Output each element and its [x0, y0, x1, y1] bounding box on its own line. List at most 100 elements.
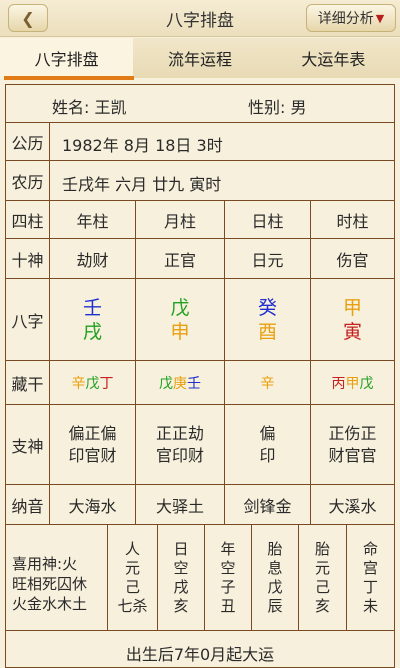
month-pillar-header: 月柱: [136, 201, 225, 238]
vert-char: 人: [124, 539, 140, 558]
vert-char: 亥: [314, 596, 330, 615]
hour-branch: 寅: [342, 320, 362, 343]
canggan-day: 辛: [225, 361, 311, 404]
shishen-year: 劫财: [50, 239, 136, 278]
nayin-year: 大海水: [50, 485, 136, 524]
zhishen-line: 正正劫: [155, 423, 204, 443]
gongli-label: 公历: [6, 123, 50, 160]
bazi-month-cell: 戊 申: [136, 279, 225, 360]
canggan-char: 戊: [85, 375, 100, 392]
vert-char: 宫: [362, 558, 378, 577]
bazi-row: 八字 壬 戌 戊 申 癸 酉 甲 寅: [6, 279, 394, 361]
bazi-hour-cell: 甲 寅: [311, 279, 394, 360]
tab-liunian-yuncheng[interactable]: 流年运程: [133, 38, 266, 78]
name-label: 姓名:: [52, 98, 90, 117]
name-value: 王凯: [94, 98, 127, 117]
gender-label: 性别:: [248, 98, 286, 117]
vert-char: 己: [314, 577, 330, 596]
shishen-label: 十神: [6, 239, 50, 278]
vert-char: 空: [173, 558, 189, 577]
month-stem: 戊: [170, 296, 190, 319]
canggan-char: 戊: [159, 375, 173, 392]
zhishen-line: 印: [259, 445, 276, 465]
zhishen-line: 财官官: [328, 445, 377, 465]
shishen-day: 日元: [225, 239, 311, 278]
canggan-char: 丙: [331, 375, 346, 392]
hour-stem: 甲: [342, 296, 362, 319]
xiyong-wangxiang-cell: 喜用神:火 旺相死囚休 火金水木土: [6, 525, 108, 630]
xiyong-shen: 喜用神:火: [12, 554, 77, 574]
bazi-day-cell: 癸 酉: [225, 279, 311, 360]
shishen-month: 正官: [136, 239, 225, 278]
gender-field: 性别: 男: [248, 94, 307, 118]
detail-analysis-label: 详细分析: [317, 11, 374, 27]
dayun-start-text: 出生后7年0月起大运: [125, 645, 275, 664]
bazi-label: 八字: [6, 279, 50, 360]
nayin-row: 纳音 大海水 大驿土 剑锋金 大溪水: [6, 485, 394, 525]
vert-char: 己: [124, 577, 140, 596]
zhishen-row: 支神 偏正偏 印官财 正正劫 官印财 偏 印 正伤正 财官官: [6, 405, 394, 485]
pillars-row: 四柱 年柱 月柱 日柱 时柱: [6, 201, 394, 239]
tab-bazi-paipan[interactable]: 八字排盘: [0, 38, 134, 78]
vert-char: 空: [220, 558, 236, 577]
vert-char: 息: [267, 558, 283, 577]
zhishen-month: 正正劫 官印财: [136, 405, 225, 484]
vert-char: 命: [362, 539, 378, 558]
xiyong-value: 火: [62, 554, 78, 573]
name-field: 姓名: 王凯: [52, 94, 127, 118]
hour-pillar-header: 时柱: [336, 211, 369, 231]
detail-analysis-button[interactable]: 详细分析 ▼: [306, 4, 396, 32]
bazi-year-cell: 壬 戌: [50, 279, 136, 360]
gender-value: 男: [290, 98, 307, 117]
nongli-row: 农历 壬戌年 六月 廿九 寅时: [6, 161, 394, 201]
canggan-char: 辛: [71, 375, 86, 392]
name-gender-row: 姓名: 王凯 性别: 男: [6, 85, 394, 123]
vert-char: 元: [314, 558, 330, 577]
niankong-cell: 年 空 子 丑: [205, 525, 252, 630]
zhishen-line: 偏正偏: [68, 423, 117, 443]
year-branch: 戌: [82, 320, 102, 343]
renyuan-cell: 人 元 己 七杀: [108, 525, 158, 630]
tab-dayun-nianbiao[interactable]: 大运年表: [267, 38, 400, 78]
day-pillar-header: 日柱: [225, 201, 311, 238]
vert-char: 年: [220, 539, 236, 558]
zhishen-line: 印官财: [68, 445, 117, 465]
canggan-hour: 丙甲戊: [311, 361, 394, 404]
year-stem: 壬: [82, 296, 102, 319]
vert-char: 胎: [267, 539, 283, 558]
canggan-row: 藏干 辛戊丁 戊庚壬 辛 丙甲戊: [6, 361, 394, 405]
nayin-day: 剑锋金: [225, 485, 311, 524]
bazi-chart-table: 姓名: 王凯 性别: 男 公历 1982年 8月 18日 3时 农历 壬戌年 六…: [5, 84, 395, 668]
gongli-value: 1982年 8月 18日 3时: [62, 136, 223, 155]
zhishen-line: 官印财: [155, 445, 204, 465]
taixi-cell: 胎 息 戊 辰: [252, 525, 299, 630]
canggan-year: 辛戊丁: [50, 361, 136, 404]
zhishen-line: 偏: [259, 423, 276, 443]
shishen-row: 十神 劫财 正官 日元 伤官: [6, 239, 394, 279]
zhishen-label: 支神: [6, 405, 50, 484]
canggan-char: 甲: [345, 375, 360, 392]
tab-bar: 八字排盘 流年运程 大运年表: [0, 38, 400, 78]
zhishen-day: 偏 印: [225, 405, 311, 484]
vert-char: 日: [173, 539, 189, 558]
extra-info-row: 喜用神:火 旺相死囚休 火金水木土 人 元 己 七杀 日 空 戌 亥 年 空 子…: [6, 525, 394, 631]
zhishen-year: 偏正偏 印官财: [50, 405, 136, 484]
canggan-char: 庚: [173, 375, 187, 392]
vert-char: 戌: [173, 577, 189, 596]
top-bar: ❮ 八字排盘 详细分析 ▼: [0, 0, 400, 37]
vert-char: 丁: [362, 577, 378, 596]
gongli-row: 公历 1982年 8月 18日 3时: [6, 123, 394, 161]
taiyuan-cell: 胎 元 己 亥: [299, 525, 347, 630]
month-branch: 申: [170, 320, 190, 343]
canggan-char: 壬: [187, 375, 201, 392]
day-branch: 酉: [257, 320, 277, 343]
wangxiang-line-2: 火金水木土: [12, 594, 88, 613]
vert-char: 亥: [173, 596, 189, 615]
nayin-label: 纳音: [6, 485, 50, 524]
year-pillar-header: 年柱: [50, 201, 136, 238]
caret-down-icon: ▼: [375, 11, 385, 25]
canggan-char: 丁: [99, 375, 114, 392]
nongli-value: 壬戌年 六月 廿九 寅时: [62, 175, 222, 194]
vert-char: 七杀: [117, 596, 148, 615]
pillars-label: 四柱: [6, 201, 50, 238]
